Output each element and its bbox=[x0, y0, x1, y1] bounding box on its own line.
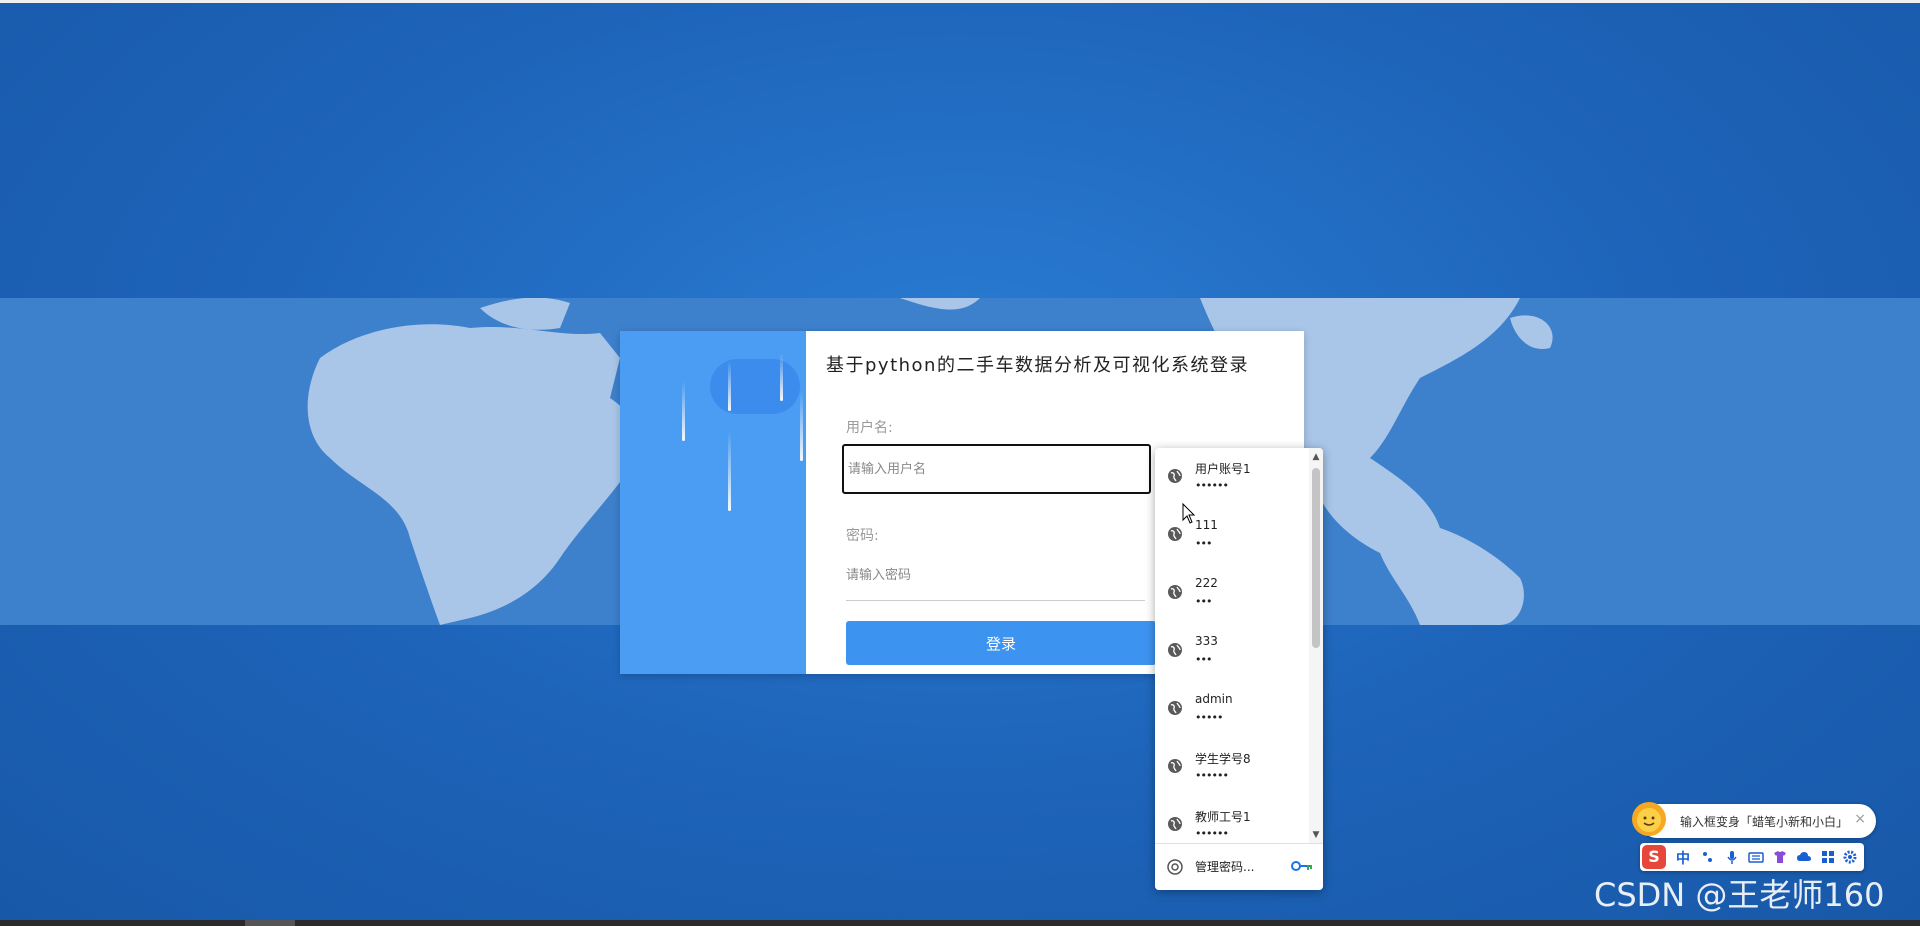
saved-credential-item[interactable]: 333 ••• bbox=[1155, 622, 1309, 680]
ime-mode-toggle[interactable]: 中 bbox=[1676, 848, 1690, 868]
saved-username: 222 bbox=[1195, 576, 1218, 590]
scroll-down-icon[interactable]: ▼ bbox=[1311, 830, 1321, 840]
rain-drop bbox=[728, 431, 731, 511]
saved-password-mask: ••• bbox=[1195, 537, 1212, 550]
saved-credential-item[interactable]: 教师工号1 •••••• bbox=[1155, 796, 1309, 844]
globe-icon bbox=[1168, 527, 1182, 541]
saved-username: admin bbox=[1195, 692, 1233, 706]
saved-credential-item[interactable]: 学生学号8 •••••• bbox=[1155, 738, 1309, 796]
saved-username: 111 bbox=[1195, 518, 1218, 532]
ime-tooltip-text: 输入框变身「蜡笔小新和小白」 bbox=[1680, 815, 1849, 829]
globe-icon bbox=[1168, 643, 1182, 657]
scroll-up-icon[interactable]: ▲ bbox=[1311, 452, 1321, 462]
password-underline bbox=[846, 600, 1145, 601]
settings-icon[interactable] bbox=[1842, 849, 1858, 865]
window-top-edge bbox=[0, 0, 1920, 3]
saved-credential-item[interactable]: 用户账号1 •••••• bbox=[1155, 448, 1309, 506]
saved-password-mask: •••••• bbox=[1195, 479, 1229, 492]
saved-password-mask: ••••• bbox=[1195, 711, 1223, 724]
page-title: 基于python的二手车数据分析及可视化系统登录 bbox=[826, 355, 1249, 376]
saved-passwords-dropdown: 用户账号1 •••••• 111 ••• 222 ••• 333 ••• adm… bbox=[1155, 448, 1323, 890]
saved-credential-item[interactable]: admin ••••• bbox=[1155, 680, 1309, 738]
saved-username: 教师工号1 bbox=[1195, 810, 1251, 824]
saved-password-mask: •••••• bbox=[1195, 827, 1229, 840]
password-label: 密码: bbox=[846, 528, 879, 544]
keyboard-icon[interactable] bbox=[1748, 849, 1764, 865]
username-label: 用户名: bbox=[846, 420, 893, 436]
globe-icon bbox=[1168, 817, 1182, 831]
mouse-cursor-icon bbox=[1182, 503, 1196, 524]
globe-icon bbox=[1168, 585, 1182, 599]
rain-drop bbox=[682, 381, 685, 441]
saved-password-mask: ••• bbox=[1195, 595, 1212, 608]
saved-password-mask: •••••• bbox=[1195, 769, 1229, 782]
globe-icon bbox=[1168, 469, 1182, 483]
close-icon[interactable]: × bbox=[1854, 811, 1866, 827]
rain-drop bbox=[780, 353, 783, 401]
scrollbar-thumb[interactable] bbox=[245, 920, 295, 926]
saved-password-mask: ••• bbox=[1195, 653, 1212, 666]
rain-drop bbox=[800, 391, 803, 461]
saved-credential-item[interactable]: 222 ••• bbox=[1155, 564, 1309, 622]
ime-tooltip[interactable]: 输入框变身「蜡笔小新和小白」 × bbox=[1632, 802, 1876, 838]
ime-toolbar: S 中 bbox=[1640, 843, 1864, 871]
saved-passwords-list: 用户账号1 •••••• 111 ••• 222 ••• 333 ••• adm… bbox=[1155, 448, 1309, 844]
punctuation-icon[interactable] bbox=[1700, 849, 1716, 865]
cloud-icon[interactable] bbox=[1796, 849, 1812, 865]
scrollbar-thumb[interactable] bbox=[1312, 468, 1320, 648]
horizontal-scrollbar[interactable] bbox=[0, 920, 1920, 926]
manage-passwords-row[interactable]: 管理密码... bbox=[1155, 843, 1323, 890]
globe-icon bbox=[1168, 759, 1182, 773]
sun-mascot-icon bbox=[1632, 802, 1666, 836]
csdn-watermark: CSDN @王老师160 bbox=[1594, 876, 1885, 914]
sogou-logo-icon[interactable]: S bbox=[1642, 845, 1666, 869]
grid-icon[interactable] bbox=[1820, 849, 1836, 865]
login-button[interactable]: 登录 bbox=[846, 621, 1156, 665]
dropdown-scrollbar[interactable]: ▲ ▼ bbox=[1309, 448, 1323, 844]
chrome-icon bbox=[1167, 859, 1183, 875]
cloud-icon bbox=[710, 359, 800, 414]
username-input[interactable] bbox=[842, 444, 1151, 494]
skin-icon[interactable] bbox=[1772, 849, 1788, 865]
saved-username: 学生学号8 bbox=[1195, 752, 1251, 766]
manage-passwords-label: 管理密码... bbox=[1195, 860, 1255, 874]
saved-username: 用户账号1 bbox=[1195, 462, 1251, 476]
password-input[interactable] bbox=[842, 553, 1151, 597]
globe-icon bbox=[1168, 701, 1182, 715]
saved-credential-item[interactable]: 111 ••• bbox=[1155, 506, 1309, 564]
key-icon bbox=[1291, 861, 1312, 871]
login-illustration-panel bbox=[620, 331, 806, 674]
rain-drop bbox=[728, 361, 731, 411]
saved-username: 333 bbox=[1195, 634, 1218, 648]
microphone-icon[interactable] bbox=[1724, 849, 1740, 865]
